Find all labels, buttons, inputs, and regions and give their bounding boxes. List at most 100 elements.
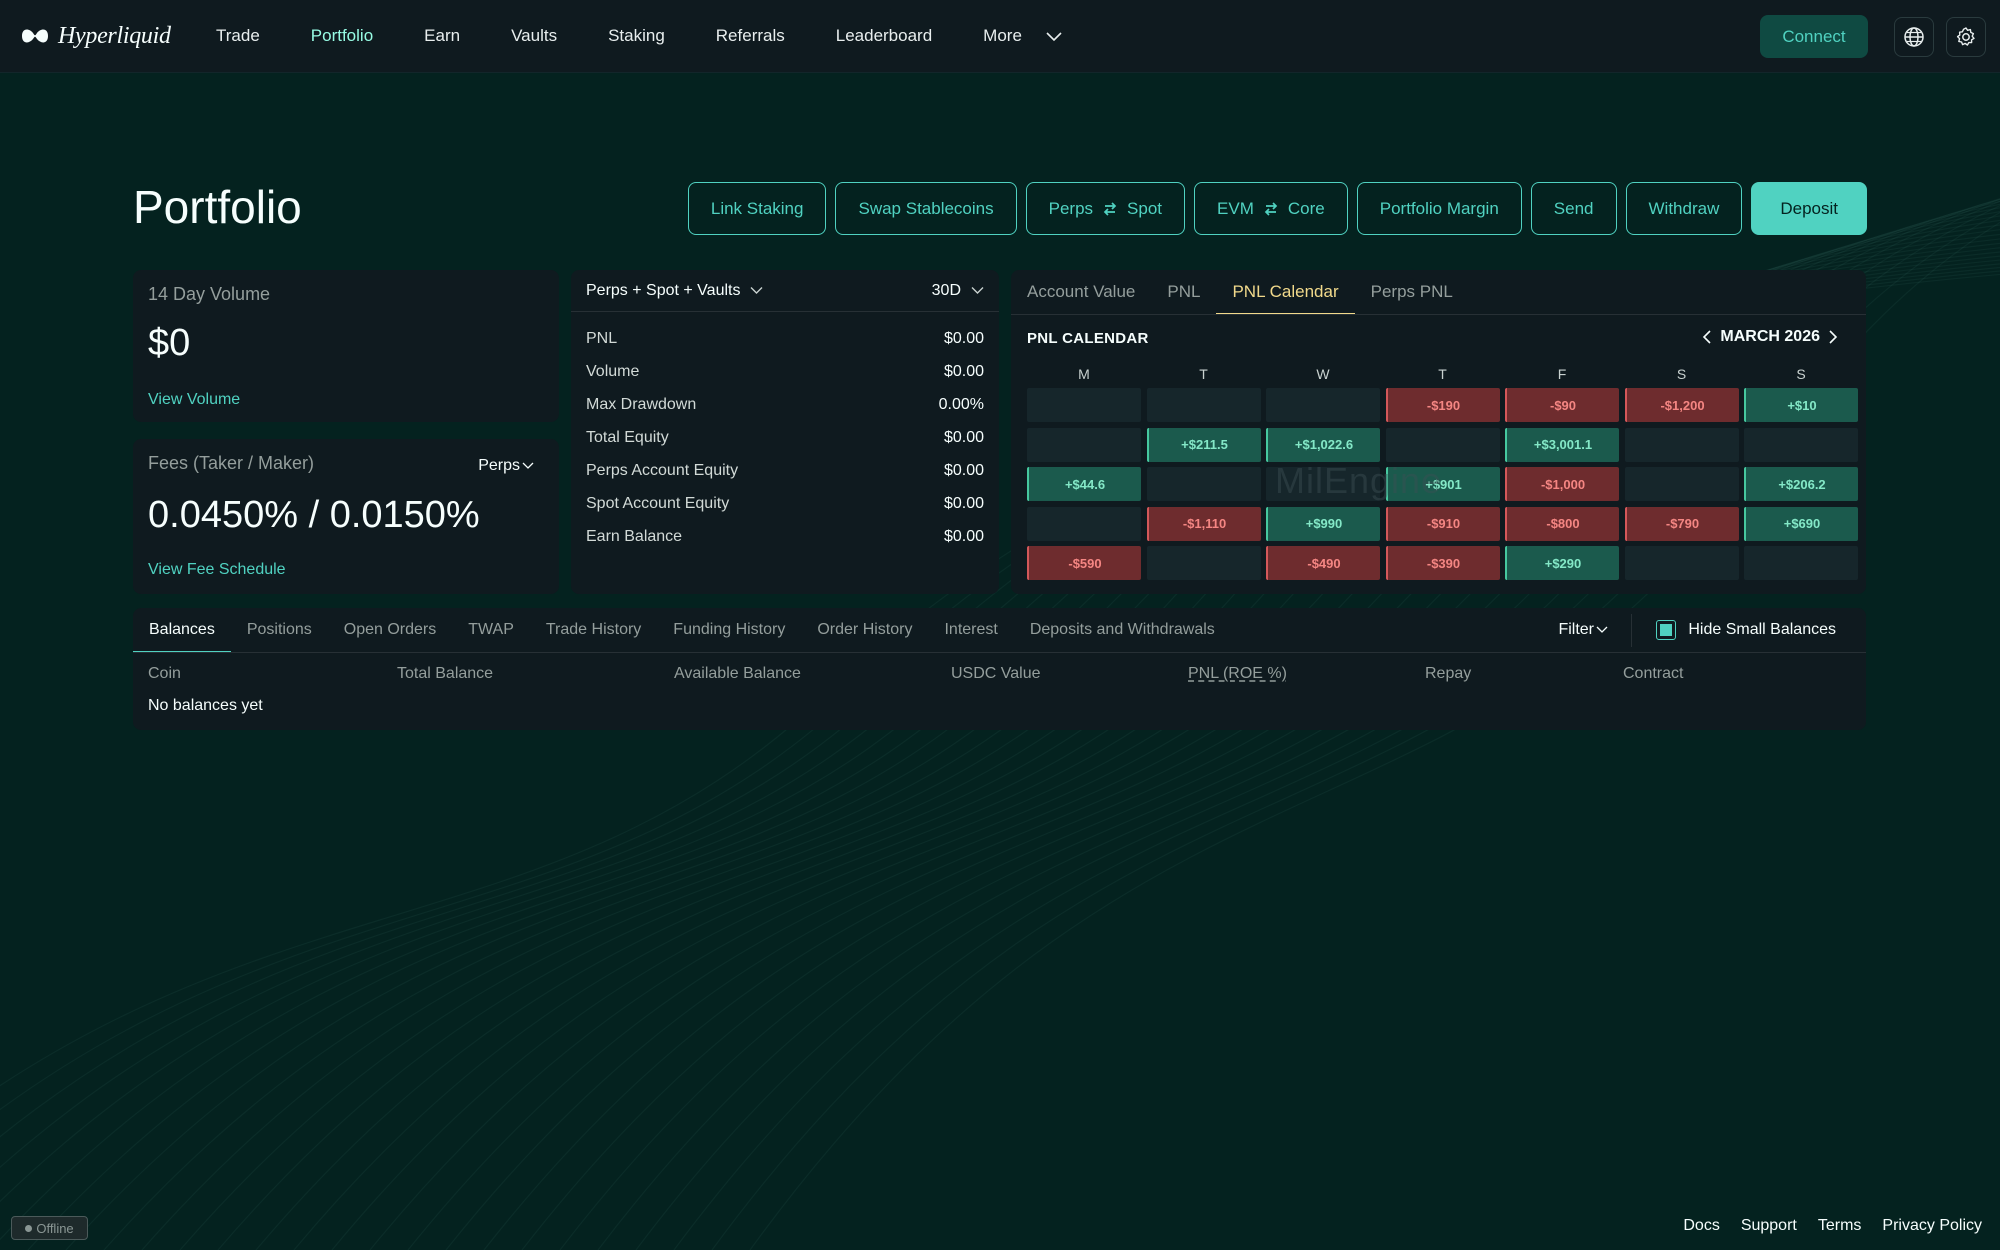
calendar-day-cell[interactable]: +$10 bbox=[1744, 388, 1858, 422]
tab-positions[interactable]: Positions bbox=[231, 608, 328, 652]
deposit-button[interactable]: Deposit bbox=[1751, 182, 1867, 235]
view-fee-schedule-link[interactable]: View Fee Schedule bbox=[148, 561, 286, 579]
nav-link-leaderboard[interactable]: Leaderboard bbox=[836, 26, 932, 46]
column-header-coin[interactable]: Coin bbox=[148, 665, 181, 683]
hide-small-balances-checkbox[interactable] bbox=[1656, 620, 1677, 640]
calendar-day-cell[interactable]: +$901 bbox=[1385, 467, 1500, 501]
column-header-usdc-value[interactable]: USDC Value bbox=[951, 665, 1041, 683]
calendar-day-cell[interactable]: -$1,110 bbox=[1146, 506, 1261, 541]
calendar-day-cell[interactable]: -$490 bbox=[1266, 546, 1380, 580]
calendar-day-cell[interactable]: +$211.5 bbox=[1146, 427, 1261, 462]
tab-order-history[interactable]: Order History bbox=[801, 608, 928, 652]
period-select[interactable]: 30D bbox=[932, 282, 984, 300]
calendar-day-cell[interactable]: -$390 bbox=[1385, 546, 1500, 580]
perps-spot-transfer-button[interactable]: Perps Spot bbox=[1025, 182, 1186, 235]
account-scope-select[interactable]: Perps + Spot + Vaults bbox=[586, 282, 763, 300]
volume-label: 14 Day Volume bbox=[148, 284, 271, 304]
column-header-pnl-roe[interactable]: PNL (ROE %) bbox=[1188, 665, 1287, 683]
calendar-day-header: F bbox=[1557, 366, 1567, 382]
calendar-day-cell bbox=[1146, 388, 1261, 422]
calendar-day-cell[interactable]: +$3,001.1 bbox=[1505, 427, 1619, 462]
calendar-day-cell[interactable]: +$290 bbox=[1505, 546, 1619, 580]
globe-icon bbox=[1904, 26, 1924, 47]
stats-header: Perps + Spot + Vaults 30D bbox=[571, 270, 999, 312]
column-header-available-balance[interactable]: Available Balance bbox=[674, 665, 801, 683]
calendar-day-cell[interactable]: -$1,000 bbox=[1505, 467, 1619, 501]
calendar-day-cell[interactable]: +$1,022.6 bbox=[1266, 427, 1380, 462]
calendar-day-cell[interactable]: -$1,200 bbox=[1624, 388, 1739, 422]
chevron-right-icon[interactable] bbox=[1828, 330, 1838, 344]
brand-name: Hyperliquid bbox=[58, 22, 171, 49]
portfolio-actions: Link Staking Swap Stablecoins Perps Spot… bbox=[687, 182, 1867, 235]
tab-pnl-calendar[interactable]: PNL Calendar bbox=[1216, 270, 1355, 314]
link-staking-button[interactable]: Link Staking bbox=[687, 182, 827, 235]
tab-balances[interactable]: Balances bbox=[133, 608, 231, 652]
page-title: Portfolio bbox=[133, 181, 302, 233]
calendar-day-cell[interactable]: +$206.2 bbox=[1744, 467, 1858, 501]
connect-button[interactable]: Connect bbox=[1760, 15, 1868, 58]
tab-interest[interactable]: Interest bbox=[928, 608, 1013, 652]
column-header-repay[interactable]: Repay bbox=[1425, 665, 1471, 683]
calendar-day-cell[interactable]: -$910 bbox=[1385, 506, 1500, 541]
calendar-day-cell[interactable]: +$44.6 bbox=[1027, 467, 1141, 501]
stat-value: $0.00 bbox=[943, 528, 984, 545]
calendar-day-cell bbox=[1027, 506, 1141, 541]
view-volume-link[interactable]: View Volume bbox=[148, 391, 240, 409]
portfolio-margin-button[interactable]: Portfolio Margin bbox=[1356, 182, 1522, 235]
column-header-total-balance[interactable]: Total Balance bbox=[397, 665, 493, 683]
calendar-day-cell[interactable]: -$790 bbox=[1624, 506, 1739, 541]
stat-label: Max Drawdown bbox=[586, 396, 697, 413]
nav-link-referrals[interactable]: Referrals bbox=[716, 26, 785, 46]
status-dot-icon bbox=[25, 1224, 33, 1232]
tab-pnl[interactable]: PNL bbox=[1151, 270, 1216, 314]
swap-stablecoins-button[interactable]: Swap Stablecoins bbox=[835, 182, 1017, 235]
fee-market-select[interactable]: Perps bbox=[478, 457, 534, 475]
brand-logo[interactable]: Hyperliquid bbox=[20, 23, 180, 50]
footer-link-terms[interactable]: Terms bbox=[1818, 1217, 1862, 1235]
tab-funding-history[interactable]: Funding History bbox=[657, 608, 801, 652]
nav-right: Connect bbox=[1760, 15, 1986, 58]
nav-link-vaults[interactable]: Vaults bbox=[511, 26, 557, 46]
nav-link-earn[interactable]: Earn bbox=[424, 26, 460, 46]
withdraw-button[interactable]: Withdraw bbox=[1625, 182, 1743, 235]
calendar-day-cell[interactable]: -$90 bbox=[1505, 388, 1619, 422]
filter-dropdown[interactable]: Filter bbox=[1558, 621, 1608, 639]
nav-link-staking[interactable]: Staking bbox=[608, 26, 665, 46]
nav-link-more[interactable]: More bbox=[983, 26, 1022, 46]
stat-value: $0.00 bbox=[943, 462, 984, 479]
hide-small-balances-toggle[interactable]: Hide Small Balances bbox=[1656, 620, 1836, 640]
stat-label: Total Equity bbox=[586, 429, 669, 446]
footer-link-privacy-policy[interactable]: Privacy Policy bbox=[1882, 1217, 1982, 1235]
nav-link-portfolio[interactable]: Portfolio bbox=[311, 26, 373, 46]
hyperliquid-logo-icon bbox=[22, 29, 48, 43]
tab-perps-pnl[interactable]: Perps PNL bbox=[1355, 270, 1469, 314]
spot-label: Spot bbox=[1127, 198, 1163, 218]
send-button[interactable]: Send bbox=[1530, 182, 1617, 235]
calendar-day-cell bbox=[1146, 467, 1261, 501]
stat-label: Earn Balance bbox=[586, 528, 683, 545]
calendar-day-cell[interactable]: -$590 bbox=[1027, 546, 1141, 580]
chevron-left-icon[interactable] bbox=[1702, 330, 1712, 344]
more-chevron-down-icon[interactable] bbox=[1045, 30, 1063, 42]
tab-open-orders[interactable]: Open Orders bbox=[328, 608, 452, 652]
evm-label: EVM bbox=[1217, 198, 1254, 218]
language-button[interactable] bbox=[1894, 16, 1934, 57]
tab-deposits-withdrawals[interactable]: Deposits and Withdrawals bbox=[1014, 608, 1231, 652]
tab-twap[interactable]: TWAP bbox=[452, 608, 530, 652]
nav-link-trade[interactable]: Trade bbox=[216, 26, 260, 46]
calendar-day-cell[interactable]: -$800 bbox=[1505, 506, 1619, 541]
calendar-day-cell[interactable]: +$990 bbox=[1266, 506, 1380, 541]
calendar-day-cell bbox=[1027, 427, 1141, 462]
tab-account-value[interactable]: Account Value bbox=[1011, 270, 1151, 314]
footer-link-docs[interactable]: Docs bbox=[1683, 1217, 1719, 1235]
evm-core-transfer-button[interactable]: EVM Core bbox=[1194, 182, 1348, 235]
settings-button[interactable] bbox=[1946, 16, 1986, 57]
column-header-contract[interactable]: Contract bbox=[1623, 665, 1683, 683]
calendar-day-header: S bbox=[1796, 366, 1806, 382]
calendar-day-cell[interactable]: -$190 bbox=[1385, 388, 1500, 422]
tab-trade-history[interactable]: Trade History bbox=[530, 608, 657, 652]
footer-link-support[interactable]: Support bbox=[1741, 1217, 1797, 1235]
calendar-day-cell[interactable]: +$690 bbox=[1744, 506, 1858, 541]
stat-row-perps-equity: Perps Account Equity $0.00 bbox=[586, 462, 984, 480]
gear-icon bbox=[1956, 26, 1975, 46]
